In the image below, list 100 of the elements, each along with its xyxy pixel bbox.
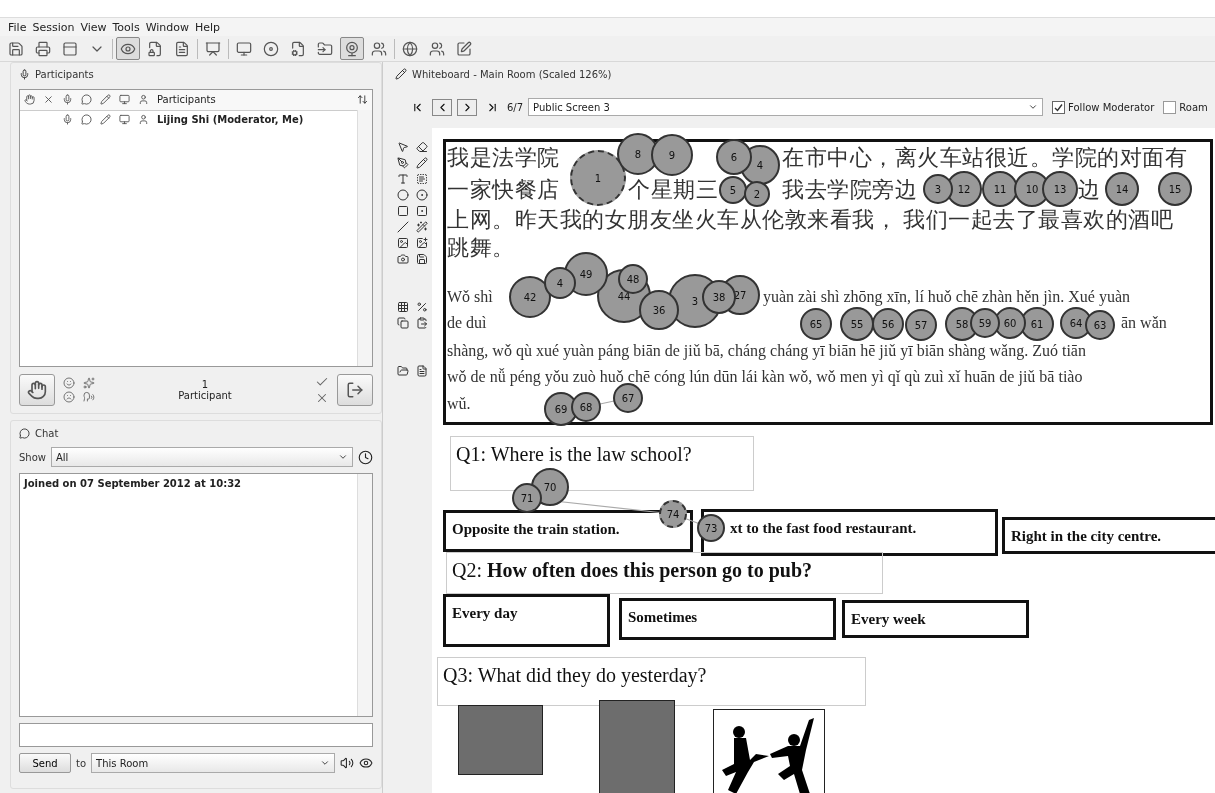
status-icon [138,114,149,126]
fixation-marker: 59 [970,308,1000,338]
menu-item[interactable]: Tools [112,20,140,34]
fixation-marker: 2 [744,181,770,207]
exit-button[interactable] [337,374,373,407]
fixation-marker: 3 [923,174,953,204]
scrollbar[interactable] [357,109,372,367]
question-text: Q2: How often does this person go to pub? [446,552,883,594]
frown-icon[interactable] [63,391,75,404]
column-icon [62,94,73,106]
tool-button[interactable] [395,220,410,234]
image-icon [396,237,409,249]
tool-button[interactable] [395,140,410,154]
tool-button[interactable] [414,172,429,186]
tool-button[interactable] [414,220,429,234]
photo-placeholder[interactable] [458,705,543,775]
tool-button[interactable] [395,300,410,314]
menu-item[interactable]: Help [195,20,221,34]
menu-item[interactable]: Window [145,20,189,34]
toolbar-button[interactable] [340,37,364,60]
column-icon [119,94,130,106]
menu-item[interactable]: View [80,20,107,34]
answer-option[interactable]: Every day [443,594,610,647]
tool-button[interactable] [395,236,410,250]
chinese-text: 在市中心，离火车站很近。学院的对面有 [782,146,1187,170]
participant-count: 1 [201,379,209,391]
tool-button[interactable] [395,204,410,218]
participant-label: Participant [178,390,232,402]
chat-message: Joined on 07 September 2012 at 10:32 [24,478,243,489]
line-icon [396,221,409,233]
users-icon [371,40,387,57]
tool-button[interactable] [414,204,429,218]
next-button[interactable] [457,98,477,116]
tool-button[interactable] [395,316,410,330]
checkbox-label: Roam [1179,101,1208,113]
show-dropdown[interactable]: All [51,447,353,467]
tool-button[interactable] [414,252,429,266]
exit-icon [346,381,364,400]
eraser-icon [415,141,428,153]
fixation-marker: 55 [840,307,874,341]
tool-button[interactable] [414,156,429,170]
tool-button[interactable] [414,140,429,154]
toolbar-button[interactable] [116,37,140,60]
menu-item[interactable]: Session [32,20,75,34]
sort-icon[interactable] [357,94,368,106]
speaker-icon[interactable] [340,756,354,770]
fixation-marker: 63 [1085,310,1115,340]
status-icon [119,114,130,126]
document-icon [415,365,428,377]
column-icon [81,94,92,106]
tool-button[interactable] [395,364,410,378]
tool-button[interactable] [395,156,410,170]
tool-button[interactable] [414,364,429,378]
tool-button[interactable] [395,252,410,266]
previous-button[interactable] [432,98,452,116]
fixation-marker: 4 [544,267,576,299]
clock-icon[interactable] [358,449,373,465]
answer-option[interactable]: Sometimes [619,598,836,640]
screen-dropdown[interactable]: Public Screen 3 [528,98,1044,116]
chat-input-field[interactable] [19,723,373,747]
photo-placeholder[interactable] [599,700,675,793]
participant-name[interactable]: Lijing Shi (Moderator, Me) [153,114,304,126]
pen-icon [396,157,409,169]
fixation-marker: 6 [716,139,752,175]
dancers-silhouette-drawing[interactable] [713,709,825,793]
copy-icon [396,317,409,329]
document-gear-icon [290,40,306,57]
tool-button[interactable] [414,188,429,202]
speech-icon[interactable] [83,391,95,404]
answer-option[interactable]: Every week [842,600,1029,638]
show-label: Show [19,451,46,463]
tool-button[interactable] [395,188,410,202]
answer-option[interactable]: Right in the city centre. [1002,517,1215,554]
tool-button[interactable] [414,236,429,250]
fixation-marker: 56 [872,308,904,340]
pinyin-text: wǒ de nǚ péng yǒu zuò huǒ chē cóng lún dūn lái kàn wǒ, wǒ men yì qǐ qù zuì xǐ huān de jiǔ bā tiào [447,368,1083,386]
send-button[interactable]: Send [19,753,71,773]
column-icon [43,94,54,106]
tool-button[interactable] [414,300,429,314]
eye-icon[interactable] [359,756,373,770]
image-plus-icon [415,237,428,249]
tool-button[interactable] [414,316,429,330]
chinese-text: 一家快餐店 [447,178,560,202]
page-counter: 6/7 [507,101,524,113]
smile-icon[interactable] [63,377,75,390]
filled-circle-icon [415,189,428,201]
menu-item[interactable]: File [8,20,27,34]
recipient-dropdown[interactable]: This Room [91,753,335,773]
whiteboard-canvas[interactable] [432,128,1215,793]
checkbox[interactable] [1163,100,1177,114]
caret-icon [320,758,330,768]
raise-hand-button[interactable] [19,374,55,407]
checkbox[interactable] [1052,100,1066,114]
chinese-text: 上网。昨天我的女朋友坐火车从伦敦来看我， 我们一起去了最喜欢的酒吧 [447,208,1173,232]
fixation-marker: 15 [1158,172,1192,206]
chinese-text: 我是法学院 [447,146,560,170]
scrollbar[interactable] [357,474,372,716]
status-icon [62,114,73,126]
fixation-marker: 57 [905,309,937,341]
column-icon [24,94,35,106]
